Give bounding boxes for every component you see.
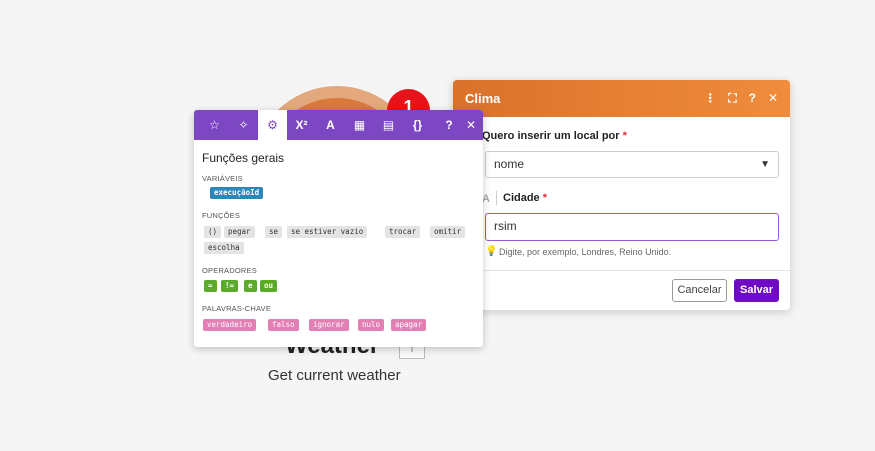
operator-pill[interactable]: = <box>204 280 217 292</box>
function-pill[interactable]: escolha <box>204 242 244 254</box>
tab-braces-icon[interactable]: {} <box>403 110 432 140</box>
variable-pill[interactable]: execuçãoId <box>210 187 264 199</box>
close-icon[interactable]: ✕ <box>460 110 482 140</box>
help-icon[interactable]: ? <box>438 110 460 140</box>
location-label: Quero inserir um local por * <box>482 130 627 142</box>
tab-calendar-icon[interactable]: ▦ <box>345 110 374 140</box>
section-operators: OPERADORES <box>202 266 257 275</box>
dialog-header: Clima ⋮ ⛶ ? ✕ <box>453 80 790 117</box>
location-label-text: Quero inserir um local por <box>482 130 620 142</box>
panel-tabs: ☆ ✧ ⚙ X² A ▦ ▤ {} ? ✕ <box>194 110 483 140</box>
tab-star-icon[interactable]: ☆ <box>200 110 229 140</box>
required-mark: * <box>542 192 548 204</box>
operator-pill[interactable]: != <box>221 280 239 292</box>
mapping-panel: ☆ ✧ ⚙ X² A ▦ ▤ {} ? ✕ Funções gerais VAR… <box>194 110 483 347</box>
function-pill[interactable]: se estiver vazio <box>287 226 368 238</box>
section-variables: VARIÁVEIS <box>202 174 243 183</box>
divider <box>496 191 497 205</box>
location-select-value: nome <box>494 157 525 171</box>
keyword-pill[interactable]: apagar <box>391 319 427 331</box>
operator-pill[interactable]: e <box>244 280 257 292</box>
function-pill[interactable]: () <box>204 226 222 238</box>
close-icon[interactable]: ✕ <box>768 91 778 106</box>
city-label-text: Cidade <box>503 192 540 204</box>
section-functions: FUNÇÕES <box>202 211 241 220</box>
keyword-pill[interactable]: nulo <box>358 319 385 331</box>
location-select[interactable]: nome ▼ <box>485 151 779 178</box>
city-input[interactable]: rsim <box>485 213 779 241</box>
function-pill[interactable]: trocar <box>385 226 421 238</box>
function-pill[interactable]: se <box>265 226 283 238</box>
text-type-icon: A <box>482 193 490 205</box>
city-hint: Digite, por exemplo, Londres, Reino Unid… <box>499 247 672 257</box>
module-subtitle: Get current weather <box>268 367 401 384</box>
cancel-button[interactable]: Cancelar <box>672 279 727 302</box>
section-keywords: PALAVRAS-CHAVE <box>202 304 272 313</box>
clima-dialog: Clima ⋮ ⛶ ? ✕ Quero inserir um local por… <box>453 80 790 310</box>
keyword-pill[interactable]: ignorar <box>309 319 349 331</box>
required-mark: * <box>622 130 627 142</box>
lightbulb-icon: 💡 <box>485 246 498 257</box>
tab-table-icon[interactable]: ▤ <box>374 110 403 140</box>
operator-pill[interactable]: ou <box>260 280 278 292</box>
function-pill[interactable]: omitir <box>430 226 466 238</box>
save-button[interactable]: Salvar <box>734 279 779 302</box>
chevron-down-icon[interactable]: ▼ <box>760 152 770 177</box>
keyword-pill[interactable]: verdadeiro <box>203 319 257 331</box>
city-label: Cidade * <box>503 192 547 204</box>
tab-sparkle-icon[interactable]: ✧ <box>229 110 258 140</box>
tab-text-icon[interactable]: A <box>316 110 345 140</box>
function-pill[interactable]: pegar <box>224 226 255 238</box>
help-icon[interactable]: ? <box>749 91 756 106</box>
tab-gear-icon[interactable]: ⚙ <box>258 110 287 140</box>
more-vertical-icon[interactable]: ⋮ <box>704 91 716 106</box>
tab-superscript-icon[interactable]: X² <box>287 110 316 140</box>
panel-title: Funções gerais <box>202 151 285 165</box>
keyword-pill[interactable]: falso <box>268 319 299 331</box>
expand-icon[interactable]: ⛶ <box>728 91 736 106</box>
dialog-title: Clima <box>465 91 501 106</box>
